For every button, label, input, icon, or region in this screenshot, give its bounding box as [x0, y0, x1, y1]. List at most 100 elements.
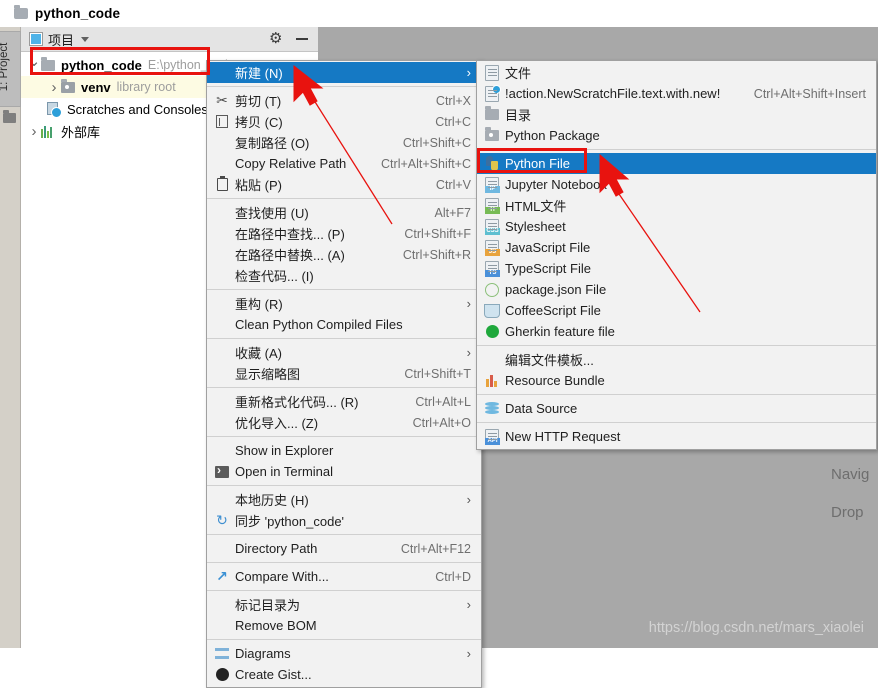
menu-item-label: 同步 'python_code'	[235, 514, 345, 529]
menu-item-label: 收藏 (A)	[235, 346, 282, 361]
menu-item[interactable]: Resource Bundle	[477, 370, 876, 391]
icon-none	[213, 366, 231, 382]
menu-item[interactable]: 重新格式化代码... (R) Ctrl+Alt+L	[207, 391, 481, 412]
menu-item[interactable]: Create Gist...	[207, 664, 481, 685]
menu-item-label: package.json File	[505, 282, 607, 297]
icon-none	[213, 226, 231, 242]
menu-item-label: CoffeeScript File	[505, 303, 601, 318]
github-icon	[213, 667, 231, 683]
menu-item-label: Stylesheet	[505, 219, 566, 234]
menu-separator	[207, 436, 481, 437]
menu-item[interactable]: Diagrams ›	[207, 643, 481, 664]
menu-item[interactable]: Copy Relative Path Ctrl+Alt+Shift+C	[207, 153, 481, 174]
chevron-right-icon[interactable]	[27, 123, 41, 140]
menu-item[interactable]: 检查代码... (I)	[207, 265, 481, 286]
menu-separator	[207, 198, 481, 199]
menu-item[interactable]: Open in Terminal	[207, 461, 481, 482]
js-file-icon: JS	[483, 239, 501, 256]
menu-item-label: New HTTP Request	[505, 429, 621, 444]
menu-item-shortcut: Ctrl+Shift+C	[402, 135, 471, 150]
menu-item[interactable]: 在路径中替换... (A) Ctrl+Shift+R	[207, 244, 481, 265]
icon-none	[213, 156, 231, 172]
window-title: python_code	[35, 6, 121, 21]
minimize-icon[interactable]	[296, 38, 308, 40]
menu-item-label: Gherkin feature file	[505, 324, 615, 339]
new-file-submenu: 文件 !action.NewScratchFile.text.with.new! C…	[476, 60, 877, 450]
menu-item[interactable]: 标记目录为 ›	[207, 594, 481, 615]
menu-item[interactable]: CSS Stylesheet	[477, 216, 876, 237]
menu-item[interactable]: 收藏 (A) ›	[207, 342, 481, 363]
menu-item-label: Show in Explorer	[235, 443, 334, 458]
menu-item[interactable]: H HTML文件	[477, 195, 876, 216]
menu-item[interactable]: 粘贴 (P) Ctrl+V	[207, 174, 481, 195]
menu-item[interactable]: Python Package	[477, 125, 876, 146]
menu-item[interactable]: 查找使用 (U) Alt+F7	[207, 202, 481, 223]
watermark: https://blog.csdn.net/mars_xiaolei	[648, 620, 864, 636]
chevron-right-icon[interactable]	[47, 79, 61, 96]
coffeescript-icon	[483, 303, 501, 319]
menu-item[interactable]: 优化导入... (Z) Ctrl+Alt+O	[207, 412, 481, 433]
menu-item[interactable]: 重构 (R) ›	[207, 293, 481, 314]
menu-item[interactable]: Gherkin feature file	[477, 321, 876, 342]
menu-item[interactable]: Compare With... Ctrl+D	[207, 566, 481, 587]
tree-label: 外部库	[61, 124, 101, 140]
menu-item[interactable]: package.json File	[477, 279, 876, 300]
menu-item-label: Python File	[505, 156, 571, 171]
menu-item[interactable]: Clean Python Compiled Files	[207, 314, 481, 335]
menu-item-label: Diagrams	[235, 646, 291, 661]
gear-icon[interactable]	[269, 32, 283, 46]
folder-icon[interactable]	[3, 110, 16, 123]
menu-item[interactable]: Show in Explorer	[207, 440, 481, 461]
menu-item[interactable]: Data Source	[477, 398, 876, 419]
menu-item[interactable]: 新建 (N) ›	[207, 62, 481, 83]
sidebar-tab-project[interactable]: 1: Project	[0, 31, 21, 107]
scratch-file-icon	[47, 102, 62, 118]
menu-item-label: 在路径中查找... (P)	[235, 227, 345, 242]
menu-item-label: 本地历史 (H)	[235, 493, 309, 508]
menu-item[interactable]: 目录	[477, 104, 876, 125]
icon-none	[213, 317, 231, 333]
chevron-down-icon[interactable]	[81, 36, 90, 42]
menu-item-label: 重新格式化代码... (R)	[235, 395, 359, 410]
menu-item[interactable]: API New HTTP Request	[477, 426, 876, 447]
icon-none	[213, 247, 231, 263]
menu-item[interactable]: CoffeeScript File	[477, 300, 876, 321]
menu-item[interactable]: Directory Path Ctrl+Alt+F12	[207, 538, 481, 559]
icon-none	[213, 205, 231, 221]
menu-separator	[207, 338, 481, 339]
menu-item-label: 粘贴 (P)	[235, 178, 282, 193]
menu-item-shortcut: Ctrl+D	[435, 569, 471, 584]
menu-item[interactable]: 显示缩略图 Ctrl+Shift+T	[207, 363, 481, 384]
menu-item[interactable]: 编辑文件模板...	[477, 349, 876, 370]
menu-item[interactable]: 剪切 (T) Ctrl+X	[207, 90, 481, 111]
menu-item-shortcut: Ctrl+Alt+O	[412, 415, 471, 430]
menu-item[interactable]: 拷贝 (C) Ctrl+C	[207, 111, 481, 132]
menu-item[interactable]: TS TypeScript File	[477, 258, 876, 279]
menu-item[interactable]: 本地历史 (H) ›	[207, 489, 481, 510]
menu-item[interactable]: JS JavaScript File	[477, 237, 876, 258]
menu-item-label: Copy Relative Path	[235, 156, 347, 171]
menu-item[interactable]: Python File	[477, 153, 876, 174]
ts-file-icon: TS	[483, 260, 501, 277]
menu-separator	[477, 149, 876, 150]
icon-none	[483, 352, 501, 368]
menu-item[interactable]: Remove BOM	[207, 615, 481, 636]
menu-item-label: 检查代码... (I)	[235, 269, 314, 284]
compare-icon	[213, 569, 231, 585]
menu-item-label: Jupyter Notebook	[505, 177, 607, 192]
menu-item-shortcut: Ctrl+Shift+R	[402, 247, 471, 262]
menu-item[interactable]: 在路径中查找... (P) Ctrl+Shift+F	[207, 223, 481, 244]
chevron-down-icon[interactable]	[27, 56, 41, 74]
menu-item[interactable]: IP Jupyter Notebook	[477, 174, 876, 195]
project-icon	[29, 32, 43, 46]
menu-separator	[207, 289, 481, 290]
menu-item[interactable]: 文件	[477, 62, 876, 83]
menu-item-label: 编辑文件模板...	[505, 353, 594, 368]
menu-item[interactable]: !action.NewScratchFile.text.with.new! Ctr…	[477, 83, 876, 104]
menu-item-label: 重构 (R)	[235, 297, 283, 312]
chevron-right-icon: ›	[466, 296, 471, 311]
menu-item-shortcut: Ctrl+Shift+F	[404, 226, 471, 241]
menu-item[interactable]: 同步 'python_code'	[207, 510, 481, 531]
menu-item[interactable]: 复制路径 (O) Ctrl+Shift+C	[207, 132, 481, 153]
scratch-file-icon	[483, 84, 501, 102]
